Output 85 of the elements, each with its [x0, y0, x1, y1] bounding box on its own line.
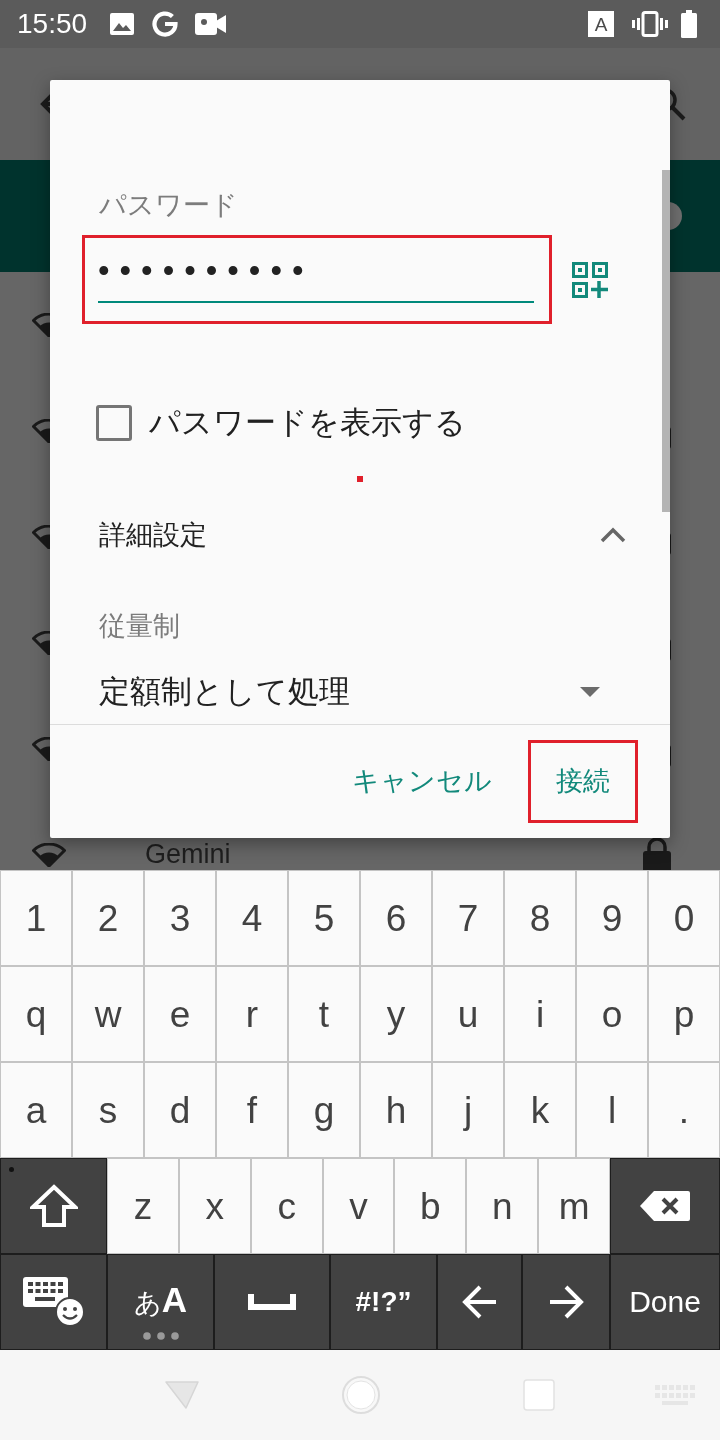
- g-logo-icon: [152, 11, 179, 37]
- emoji-keyboard-key[interactable]: [0, 1254, 107, 1350]
- checkbox-label[interactable]: パスワードを表示する: [149, 404, 466, 442]
- cancel-button[interactable]: キャンセル: [336, 743, 508, 820]
- keyboard-key[interactable]: 6: [360, 870, 432, 966]
- keyboard-key[interactable]: .: [648, 1062, 720, 1158]
- keyboard-key[interactable]: 9: [576, 870, 648, 966]
- keyboard-key[interactable]: f: [216, 1062, 288, 1158]
- right-arrow-key[interactable]: [522, 1254, 610, 1350]
- lock-icon: [642, 837, 672, 870]
- battery-icon: [681, 10, 697, 38]
- wifi-icon: [32, 631, 50, 655]
- wifi-icon: [32, 313, 50, 337]
- keyboard-key[interactable]: 5: [288, 870, 360, 966]
- square-marker-icon: [357, 476, 363, 482]
- field-label: パスワード: [99, 190, 238, 220]
- password-field[interactable]: ••••••••••: [98, 247, 534, 303]
- connect-button[interactable]: 接続: [531, 743, 635, 820]
- left-arrow-icon: [461, 1284, 498, 1320]
- keyboard-key[interactable]: o: [576, 966, 648, 1062]
- keyboard-key[interactable]: c: [250, 1158, 323, 1254]
- keyboard-key[interactable]: x: [178, 1158, 251, 1254]
- indicator-dot-icon: [9, 1167, 14, 1172]
- shift-key[interactable]: [0, 1158, 107, 1254]
- chevron-up-icon[interactable]: [600, 527, 626, 543]
- checkbox[interactable]: [96, 405, 132, 441]
- space-bar-icon: [248, 1294, 296, 1310]
- scrollbar[interactable]: [662, 170, 670, 512]
- keyboard-key[interactable]: 0: [648, 870, 720, 966]
- done-key[interactable]: Done: [610, 1254, 720, 1350]
- keyboard-key[interactable]: y: [360, 966, 432, 1062]
- keyboard-key[interactable]: q: [0, 966, 72, 1062]
- symbols-key[interactable]: #!?”: [330, 1254, 437, 1350]
- keyboard-key[interactable]: t: [288, 966, 360, 1062]
- keyboard-key[interactable]: 4: [216, 870, 288, 966]
- keyboard-key[interactable]: d: [144, 1062, 216, 1158]
- keyboard-key[interactable]: 7: [432, 870, 504, 966]
- keyboard-key[interactable]: m: [538, 1158, 610, 1254]
- home-circle-icon: [341, 1375, 381, 1415]
- back-triangle-icon: [165, 1380, 201, 1410]
- keyboard-key[interactable]: u: [432, 966, 504, 1062]
- keyboard-key[interactable]: 1: [0, 870, 72, 966]
- input-mode-key[interactable]: あA: [107, 1254, 214, 1350]
- keyboard-key[interactable]: g: [288, 1062, 360, 1158]
- wifi-icon: [32, 419, 50, 443]
- right-arrow-icon: [548, 1284, 584, 1320]
- image-icon: [110, 13, 135, 35]
- video-camera-icon: [195, 13, 227, 35]
- backspace-key[interactable]: [610, 1158, 720, 1254]
- left-arrow-key[interactable]: [437, 1254, 522, 1350]
- keyboard-key[interactable]: k: [504, 1062, 576, 1158]
- keyboard-key[interactable]: w: [72, 966, 144, 1062]
- square-icon: [523, 1379, 555, 1411]
- keyboard-key[interactable]: b: [394, 1158, 467, 1254]
- wifi-icon: [32, 843, 66, 867]
- keyboard-key[interactable]: l: [576, 1062, 648, 1158]
- dropdown-field[interactable]: 定額制として処理: [99, 672, 600, 712]
- more-dots-icon: [142, 1332, 179, 1340]
- keyboard-key[interactable]: 3: [144, 870, 216, 966]
- clock-time: 15:50: [17, 10, 88, 38]
- keyboard-key[interactable]: r: [216, 966, 288, 1062]
- keyboard-key[interactable]: 8: [504, 870, 576, 966]
- dropdown-triangle-icon: [580, 687, 600, 697]
- keyboard-key[interactable]: h: [360, 1062, 432, 1158]
- keyboard-key[interactable]: s: [72, 1062, 144, 1158]
- keyboard-key[interactable]: n: [466, 1158, 539, 1254]
- keyboard-key[interactable]: i: [504, 966, 576, 1062]
- keyboard-key[interactable]: e: [144, 966, 216, 1062]
- wifi-icon: [32, 525, 50, 549]
- qr-code-icon[interactable]: [572, 261, 608, 298]
- keyboard-smiley-icon: [22, 1277, 85, 1327]
- keyboard-key[interactable]: v: [322, 1158, 395, 1254]
- shift-arrow-icon: [29, 1184, 78, 1228]
- field-label: 従量制: [99, 611, 180, 641]
- wifi-icon: [32, 737, 50, 761]
- vibrate-icon: [632, 11, 668, 37]
- section-toggle-label[interactable]: 詳細設定: [99, 518, 207, 552]
- keyboard-key[interactable]: j: [432, 1062, 504, 1158]
- keyboard-key[interactable]: p: [648, 966, 720, 1062]
- input-mode-indicator: A: [588, 11, 614, 37]
- keyboard-key[interactable]: 2: [72, 870, 144, 966]
- keyboard-key[interactable]: z: [107, 1158, 179, 1254]
- keyboard-key[interactable]: a: [0, 1062, 72, 1158]
- backspace-icon: [640, 1191, 690, 1221]
- space-key[interactable]: [214, 1254, 330, 1350]
